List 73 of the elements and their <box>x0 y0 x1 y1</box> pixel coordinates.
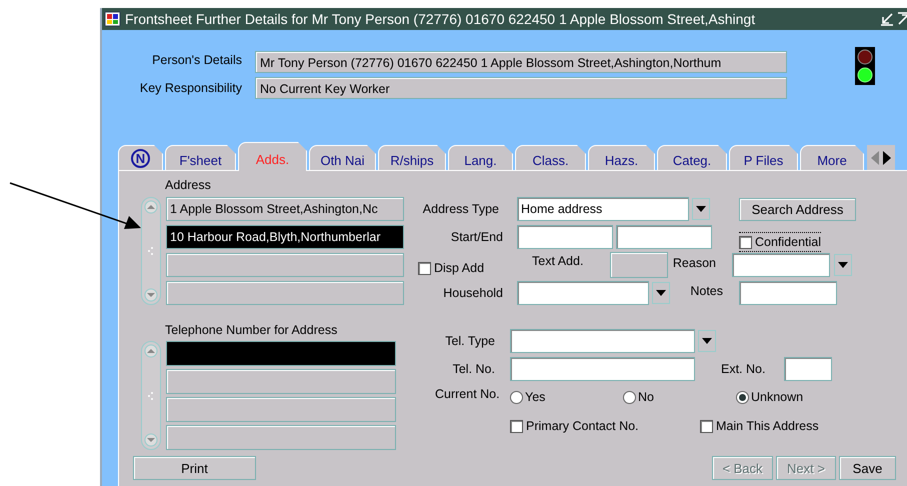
caret-icon <box>696 206 706 212</box>
field-label: Person's Details <box>152 52 242 69</box>
field-label: Current No. <box>435 387 501 401</box>
address-row[interactable]: 10 Harbour Road,Blyth,Northumberlar <box>166 225 404 249</box>
caret-icon <box>702 338 712 344</box>
tel-no-field[interactable] <box>510 356 695 380</box>
radio-label: Yes <box>525 390 546 404</box>
tab[interactable]: Oth Nai <box>309 145 376 170</box>
minimize-icon[interactable] <box>880 12 894 26</box>
field-label: Household <box>442 286 503 300</box>
tab[interactable]: More <box>800 145 864 170</box>
window-title: Frontsheet Further Details for Mr Tony Person (72776) 01670 622450 1 Apple Blossom Street,Ashingt <box>125 11 756 27</box>
radio-button[interactable] <box>736 390 749 404</box>
scroll-bar[interactable] <box>141 341 161 450</box>
caret-icon <box>838 262 848 268</box>
radio-button[interactable] <box>623 390 636 404</box>
checkbox-label: Primary Contact No. <box>526 419 639 433</box>
radio-label: Unknown <box>751 390 804 404</box>
tab[interactable]: Categ. <box>657 145 727 170</box>
field-label: Start/End <box>450 230 503 244</box>
dropdown-button[interactable] <box>834 254 852 276</box>
field-label: Tel. Type <box>444 334 495 348</box>
checkbox[interactable] <box>739 236 752 248</box>
field-label: Address Type <box>422 202 500 216</box>
section-label: Telephone Number for Address <box>165 323 338 338</box>
address-type-field[interactable]: Home address <box>517 197 689 221</box>
maximize-icon[interactable] <box>897 12 907 26</box>
checkbox[interactable] <box>418 262 431 274</box>
app-icon <box>104 10 122 28</box>
checkbox-label: Disp Add <box>434 261 484 275</box>
field-label: Notes <box>689 284 723 298</box>
household-field[interactable] <box>517 281 649 305</box>
field-label: Reason <box>672 256 716 270</box>
tel-type-field[interactable] <box>510 328 695 352</box>
details-field: Mr Tony Person (72776) 01670 622450 1 Apple Blossom Street,Ashington,Northum <box>255 51 787 73</box>
scroll-bar[interactable] <box>141 197 161 305</box>
reason-field[interactable] <box>732 253 830 277</box>
radio-label: No <box>638 390 654 404</box>
address-row[interactable] <box>166 253 404 277</box>
print-button[interactable]: Print <box>133 456 256 480</box>
dropdown-button[interactable] <box>692 198 710 220</box>
checkbox[interactable] <box>700 420 713 432</box>
search-address-button[interactable]: Search Address <box>739 198 856 220</box>
ext-no-field[interactable] <box>784 356 832 380</box>
tab[interactable]: Class. <box>515 145 586 170</box>
field-label: Key Responsibility <box>140 80 242 97</box>
checkbox[interactable] <box>510 420 523 432</box>
tab[interactable]: P Files <box>729 145 798 170</box>
end-date-field[interactable] <box>616 225 712 249</box>
field-label: Ext. No. <box>721 362 766 376</box>
tab[interactable]: Hazs. <box>588 145 655 170</box>
radio-button[interactable] <box>510 390 523 404</box>
dropdown-button[interactable] <box>698 330 716 352</box>
address-row[interactable] <box>166 281 404 305</box>
start-date-field[interactable] <box>517 225 613 249</box>
key-responsibility-field: No Current Key Worker <box>255 77 787 99</box>
nav-button[interactable]: Save <box>839 456 896 480</box>
text-add-field[interactable] <box>610 252 668 278</box>
dropdown-button[interactable] <box>652 282 670 304</box>
scroll-right-icon[interactable] <box>881 148 893 166</box>
checkbox-label: Confidential <box>755 235 822 249</box>
caret-icon <box>656 290 666 296</box>
tab[interactable]: R/ships <box>378 145 446 170</box>
tab[interactable]: Lang. <box>448 145 513 170</box>
tab[interactable]: F'sheet <box>165 145 236 170</box>
address-row[interactable]: 1 Apple Blossom Street,Ashington,Nc <box>166 197 404 221</box>
notes-field[interactable] <box>739 281 837 305</box>
field-label: Tel. No. <box>452 362 495 376</box>
field-label: Text Add. <box>532 254 584 268</box>
telephone-row[interactable] <box>166 341 396 366</box>
tab-logo[interactable]: N <box>131 149 150 168</box>
section-label: Address <box>165 178 212 193</box>
checkbox-label: Main This Address <box>716 419 819 433</box>
